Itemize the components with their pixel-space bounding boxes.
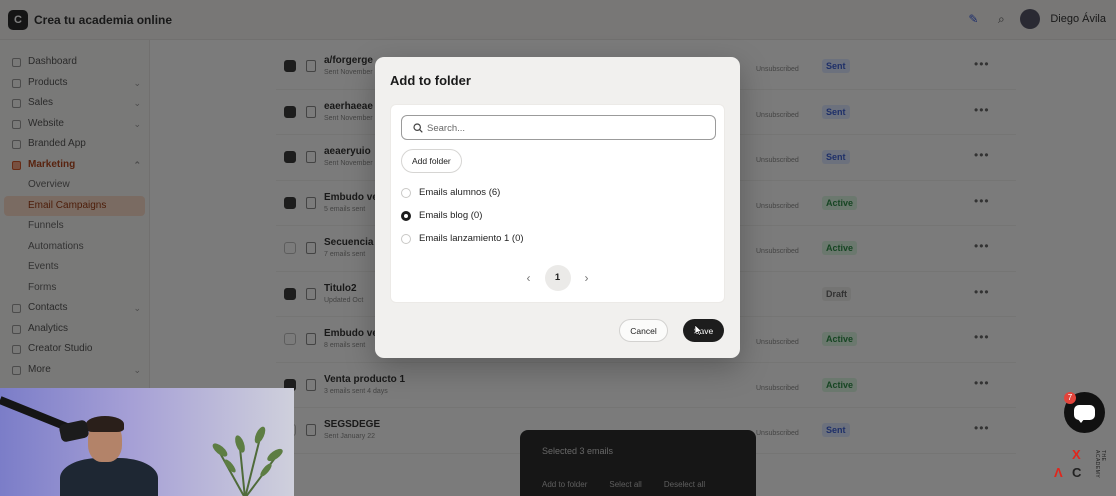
save-button[interactable]: Save xyxy=(683,319,724,342)
chat-badge: 7 xyxy=(1064,392,1076,404)
logo-glyph: Λ xyxy=(1054,465,1063,480)
folder-label[interactable]: Emails lanzamiento 1 (0) xyxy=(419,233,524,244)
folder-option[interactable]: Emails alumnos (6) xyxy=(401,181,716,204)
presenter-body xyxy=(60,458,158,496)
chevron-left-icon[interactable]: ‹ xyxy=(521,270,537,286)
academy-logo: X Λ C THE ACADEMY xyxy=(1052,447,1106,482)
page-number[interactable]: 1 xyxy=(544,265,571,291)
folder-option[interactable]: Emails lanzamiento 1 (0) xyxy=(401,227,716,250)
folder-label[interactable]: Emails blog (0) xyxy=(419,210,482,221)
search-icon xyxy=(413,123,423,133)
add-folder-button[interactable]: Add folder xyxy=(401,149,462,173)
add-to-folder-dialog: Add to folder Add folder Emails alumnos … xyxy=(375,57,740,358)
folder-option[interactable]: Emails blog (0) xyxy=(401,204,716,227)
logo-glyph: X xyxy=(1072,447,1081,462)
folder-radio[interactable] xyxy=(401,187,411,198)
presenter-hair xyxy=(86,416,124,432)
search-input[interactable] xyxy=(427,119,707,137)
search-box[interactable] xyxy=(401,115,716,140)
dialog-title: Add to folder xyxy=(390,73,471,88)
chat-bubble-icon xyxy=(1074,405,1095,423)
folder-radio[interactable] xyxy=(401,210,411,221)
dialog-card: Add folder Emails alumnos (6) Emails blog… xyxy=(390,104,725,303)
plant-icon xyxy=(212,426,283,496)
logo-glyph: C xyxy=(1072,465,1082,480)
folder-list: Emails alumnos (6) Emails blog (0) Emails … xyxy=(401,181,716,250)
folder-radio[interactable] xyxy=(401,233,411,244)
cancel-button[interactable]: Cancel xyxy=(619,319,668,342)
pagination: ‹ 1 › xyxy=(391,265,724,291)
webcam-overlay xyxy=(0,388,294,496)
logo-vertical-text: THE ACADEMY xyxy=(1094,450,1106,479)
folder-label[interactable]: Emails alumnos (6) xyxy=(419,187,500,198)
chevron-right-icon[interactable]: › xyxy=(579,270,595,286)
